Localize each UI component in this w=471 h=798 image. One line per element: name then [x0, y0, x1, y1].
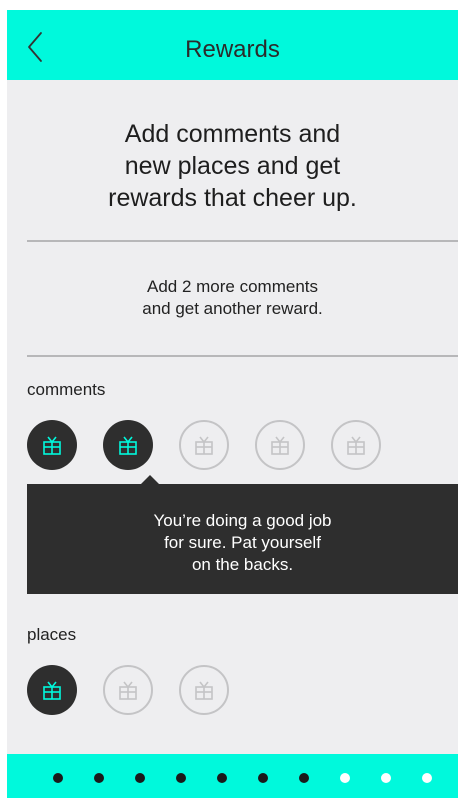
page-dot[interactable] — [176, 773, 186, 783]
intro-line: new places and get — [124, 152, 341, 180]
page-dot[interactable] — [94, 773, 104, 783]
progress-line: and get another reward. — [142, 299, 323, 318]
tooltip-line: for sure. Pat yourself — [164, 533, 321, 552]
intro-line: rewards that cheer up. — [108, 184, 357, 212]
reward-locked[interactable] — [331, 420, 381, 470]
intro-line: Add comments and — [124, 120, 341, 148]
gift-icon — [347, 436, 365, 455]
comments-label: comments — [27, 380, 106, 399]
reward-locked[interactable] — [255, 420, 305, 470]
gift-icon — [119, 436, 137, 455]
gift-icon — [119, 681, 137, 700]
page-title: Rewards — [185, 36, 280, 63]
page-dot[interactable] — [135, 773, 145, 783]
page-indicator — [7, 754, 458, 798]
reward-earned[interactable] — [27, 420, 77, 470]
page-dot[interactable] — [422, 773, 432, 783]
page-dot[interactable] — [381, 773, 391, 783]
tooltip-message: You’re doing a good job for sure. Pat yo… — [27, 510, 458, 576]
page-dot[interactable] — [340, 773, 350, 783]
places-rewards — [27, 665, 247, 719]
top-bar: Rewards — [7, 10, 458, 80]
gift-icon — [195, 681, 213, 700]
gift-icon — [43, 436, 61, 455]
page-dot[interactable] — [53, 773, 63, 783]
gift-icon — [43, 681, 61, 700]
tooltip-line: You’re doing a good job — [153, 511, 332, 530]
comments-rewards — [27, 420, 381, 474]
places-label: places — [27, 625, 77, 644]
divider — [27, 240, 458, 242]
intro-text: Add comments and new places and get rewa… — [47, 118, 418, 214]
progress-message: Add 2 more comments and get another rewa… — [47, 276, 418, 320]
tooltip-arrow — [141, 475, 159, 484]
divider — [27, 355, 458, 357]
page-dot[interactable] — [258, 773, 268, 783]
reward-tooltip: You’re doing a good job for sure. Pat yo… — [27, 475, 458, 594]
tooltip-line: on the backs. — [191, 555, 294, 574]
reward-locked[interactable] — [179, 420, 229, 470]
reward-earned[interactable] — [27, 665, 77, 715]
page-dot[interactable] — [299, 773, 309, 783]
reward-locked[interactable] — [179, 665, 229, 715]
gift-icon — [271, 436, 289, 455]
reward-locked[interactable] — [103, 665, 153, 715]
gift-icon — [195, 436, 213, 455]
app-frame: Rewards Add comments and new places and … — [7, 10, 458, 798]
page-dot[interactable] — [217, 773, 227, 783]
progress-line: Add 2 more comments — [146, 277, 318, 296]
reward-earned[interactable] — [103, 420, 153, 470]
